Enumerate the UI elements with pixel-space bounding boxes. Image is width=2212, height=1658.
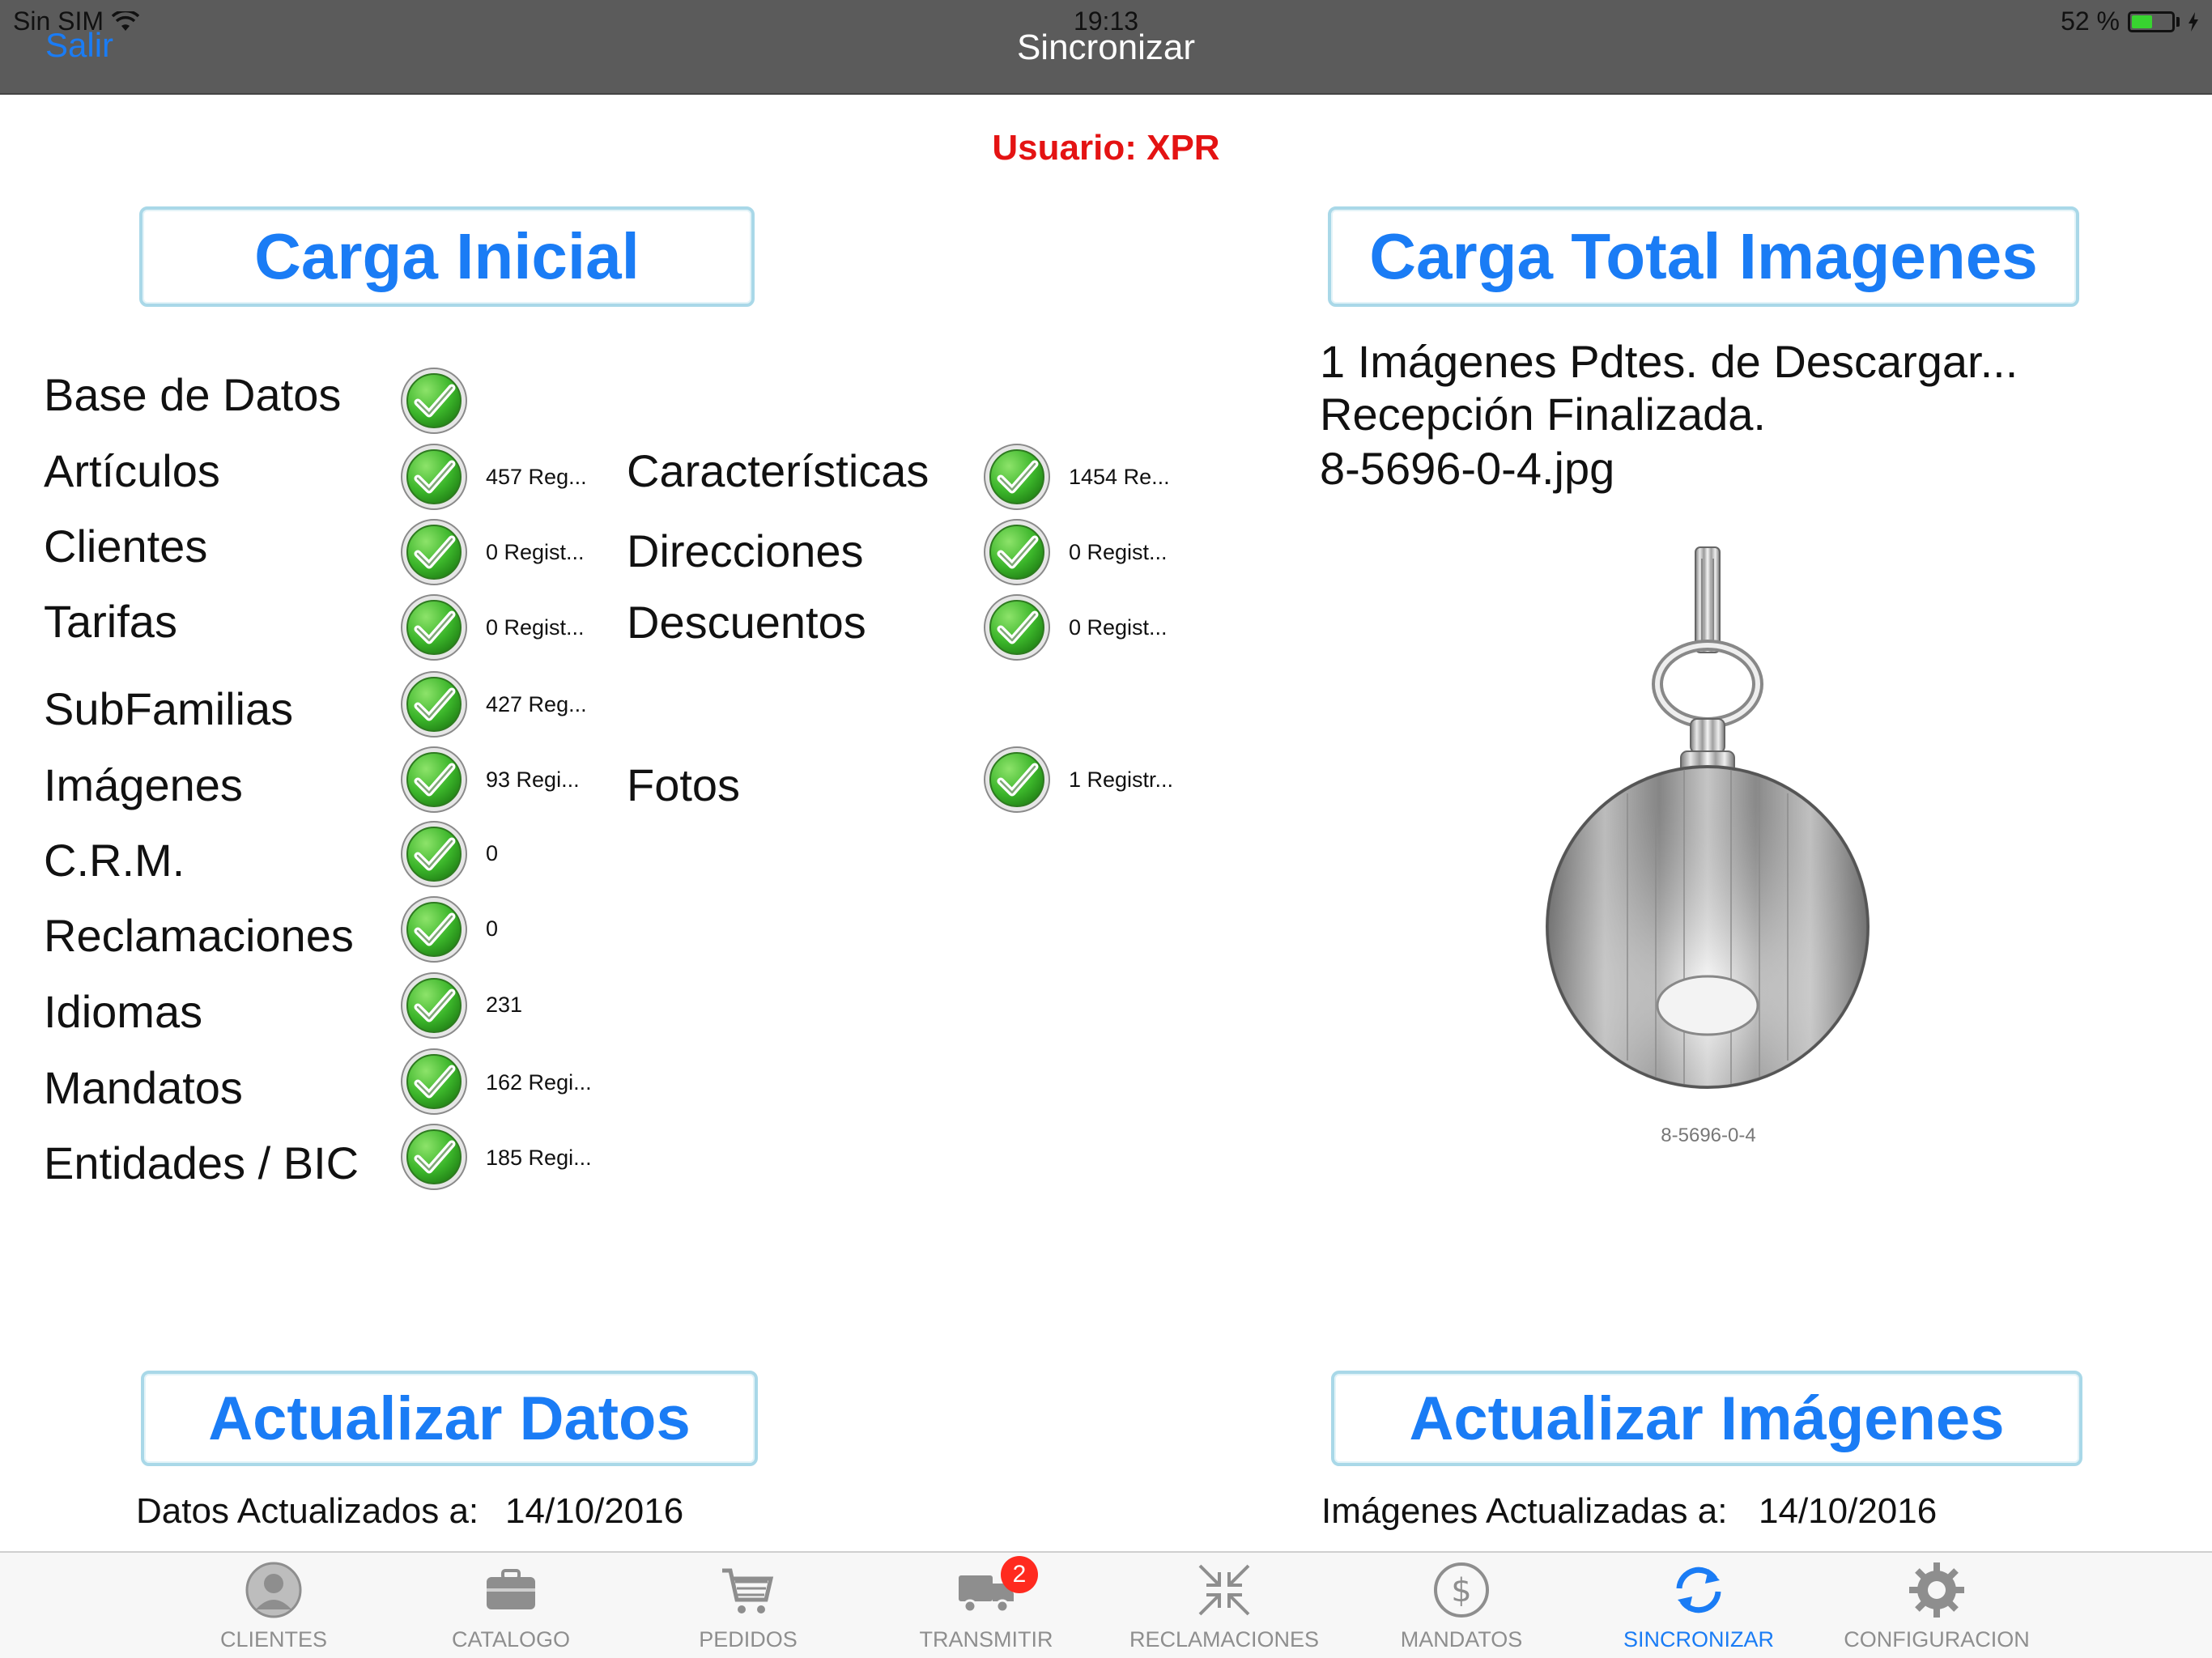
sync-label: SubFamilias: [44, 683, 294, 734]
tab-configuracion[interactable]: CONFIGURACION: [1815, 1553, 2058, 1658]
sync-label: Artículos: [44, 445, 220, 496]
tab-reclamaciones[interactable]: RECLAMACIONES: [1103, 1553, 1346, 1658]
gear-icon: [1909, 1562, 1964, 1618]
sync-count: 457 Reg...: [486, 465, 587, 489]
battery-cap: [2176, 16, 2180, 27]
check-icon: [400, 367, 468, 435]
svg-text:$: $: [1451, 1572, 1471, 1609]
sync-count: 0: [486, 841, 499, 865]
tab-bar: CLIENTES CATALOGO PEDIDOS 2 TRANSMITIR R…: [0, 1551, 2212, 1658]
sync-count: 0 Regist...: [486, 540, 585, 564]
arrows-inward-icon: [1198, 1564, 1250, 1616]
page-title: Sincronizar: [1016, 28, 1196, 67]
check-icon: [400, 895, 468, 963]
check-icon: [983, 518, 1051, 586]
images-pending-text: 1 Imágenes Pdtes. de Descargar...: [1320, 336, 2018, 387]
sync-label: Entidades / BIC: [44, 1137, 359, 1188]
sync-label: Base de Datos: [44, 369, 342, 420]
tab-mandatos[interactable]: $ MANDATOS: [1340, 1553, 1583, 1658]
check-icon: [400, 670, 468, 738]
sync-label: Fotos: [627, 759, 741, 810]
check-icon: [400, 518, 468, 586]
briefcase-icon: [487, 1569, 535, 1609]
actualizar-imagenes-button[interactable]: Actualizar Imágenes: [1331, 1371, 2082, 1466]
sync-count: 162 Regi...: [486, 1070, 592, 1095]
tab-label: TRANSMITIR: [919, 1627, 1053, 1652]
tab-sincronizar[interactable]: SINCRONIZAR: [1577, 1553, 1820, 1658]
tab-label: MANDATOS: [1400, 1627, 1523, 1652]
sync-label: Características: [627, 445, 929, 496]
reception-status-text: Recepción Finalizada.: [1320, 389, 1766, 440]
transmitir-badge: 2: [1001, 1556, 1038, 1593]
datos-updated-label: Datos Actualizados a:: [136, 1491, 479, 1531]
navigation-bar: Sin SIM 19:13 52 % Salir Sincronizar: [0, 0, 2212, 95]
tab-label: CONFIGURACION: [1844, 1627, 2030, 1652]
pocket-watch-image: [1546, 546, 1870, 1089]
sync-count: 0 Regist...: [1069, 540, 1168, 564]
sync-screen: Sin SIM 19:13 52 % Salir Sincronizar Usu…: [0, 0, 2212, 1658]
tab-label: CLIENTES: [219, 1627, 328, 1652]
tab-label: CATALOGO: [451, 1627, 571, 1652]
tab-label: PEDIDOS: [699, 1627, 798, 1652]
sync-count: 0: [486, 916, 499, 941]
check-icon: [983, 593, 1051, 661]
tab-catalogo[interactable]: CATALOGO: [389, 1553, 632, 1658]
sync-icon: [1676, 1567, 1721, 1613]
check-icon: [400, 820, 468, 888]
image-filename-text: 8-5696-0-4.jpg: [1320, 443, 1615, 494]
datos-updated-date: 14/10/2016: [505, 1491, 684, 1531]
user-label: Usuario: XPR: [992, 128, 1220, 168]
sync-label: C.R.M.: [44, 835, 185, 886]
battery-level: [2132, 15, 2152, 28]
check-icon: [400, 746, 468, 814]
sync-count: 185 Regi...: [486, 1146, 592, 1170]
image-caption: 8-5696-0-4: [1661, 1124, 1756, 1146]
sync-count: 427 Reg...: [486, 692, 587, 716]
tab-clientes[interactable]: CLIENTES: [152, 1553, 395, 1658]
imagenes-updated-date: 14/10/2016: [1759, 1491, 1938, 1531]
check-icon: [400, 593, 468, 661]
sync-label: Imágenes: [44, 759, 243, 810]
tab-label: SINCRONIZAR: [1623, 1627, 1774, 1652]
check-icon: [400, 443, 468, 511]
check-icon: [400, 1123, 468, 1191]
sync-label: Reclamaciones: [44, 910, 354, 961]
dollar-icon: $: [1434, 1562, 1489, 1618]
check-icon: [400, 1048, 468, 1116]
sync-count: 0 Regist...: [1069, 615, 1168, 640]
sync-label: Idiomas: [44, 986, 203, 1037]
sync-label: Direcciones: [627, 525, 864, 576]
sync-label: Mandatos: [44, 1062, 243, 1113]
person-icon: [245, 1562, 302, 1618]
tab-pedidos[interactable]: PEDIDOS: [627, 1553, 870, 1658]
sync-count: 231: [486, 993, 523, 1017]
carga-inicial-button[interactable]: Carga Inicial: [139, 206, 755, 307]
sync-label: Clientes: [44, 521, 208, 572]
carga-total-imagenes-button[interactable]: Carga Total Imagenes: [1328, 206, 2079, 307]
sync-count: 1454 Re...: [1069, 465, 1170, 489]
sync-label: Descuentos: [627, 597, 866, 648]
tab-label: RECLAMACIONES: [1129, 1627, 1320, 1652]
check-icon: [983, 443, 1051, 511]
actualizar-datos-button[interactable]: Actualizar Datos: [141, 1371, 758, 1466]
tab-transmitir[interactable]: 2 TRANSMITIR: [865, 1553, 1108, 1658]
check-icon: [983, 746, 1051, 814]
cart-icon: [722, 1568, 774, 1613]
imagenes-updated-label: Imágenes Actualizadas a:: [1321, 1491, 1728, 1531]
sync-count: 0 Regist...: [486, 615, 585, 640]
sync-count: 1 Registr...: [1069, 767, 1174, 792]
sync-count: 93 Regi...: [486, 767, 580, 792]
check-icon: [400, 971, 468, 1039]
sync-label: Tarifas: [44, 596, 177, 647]
